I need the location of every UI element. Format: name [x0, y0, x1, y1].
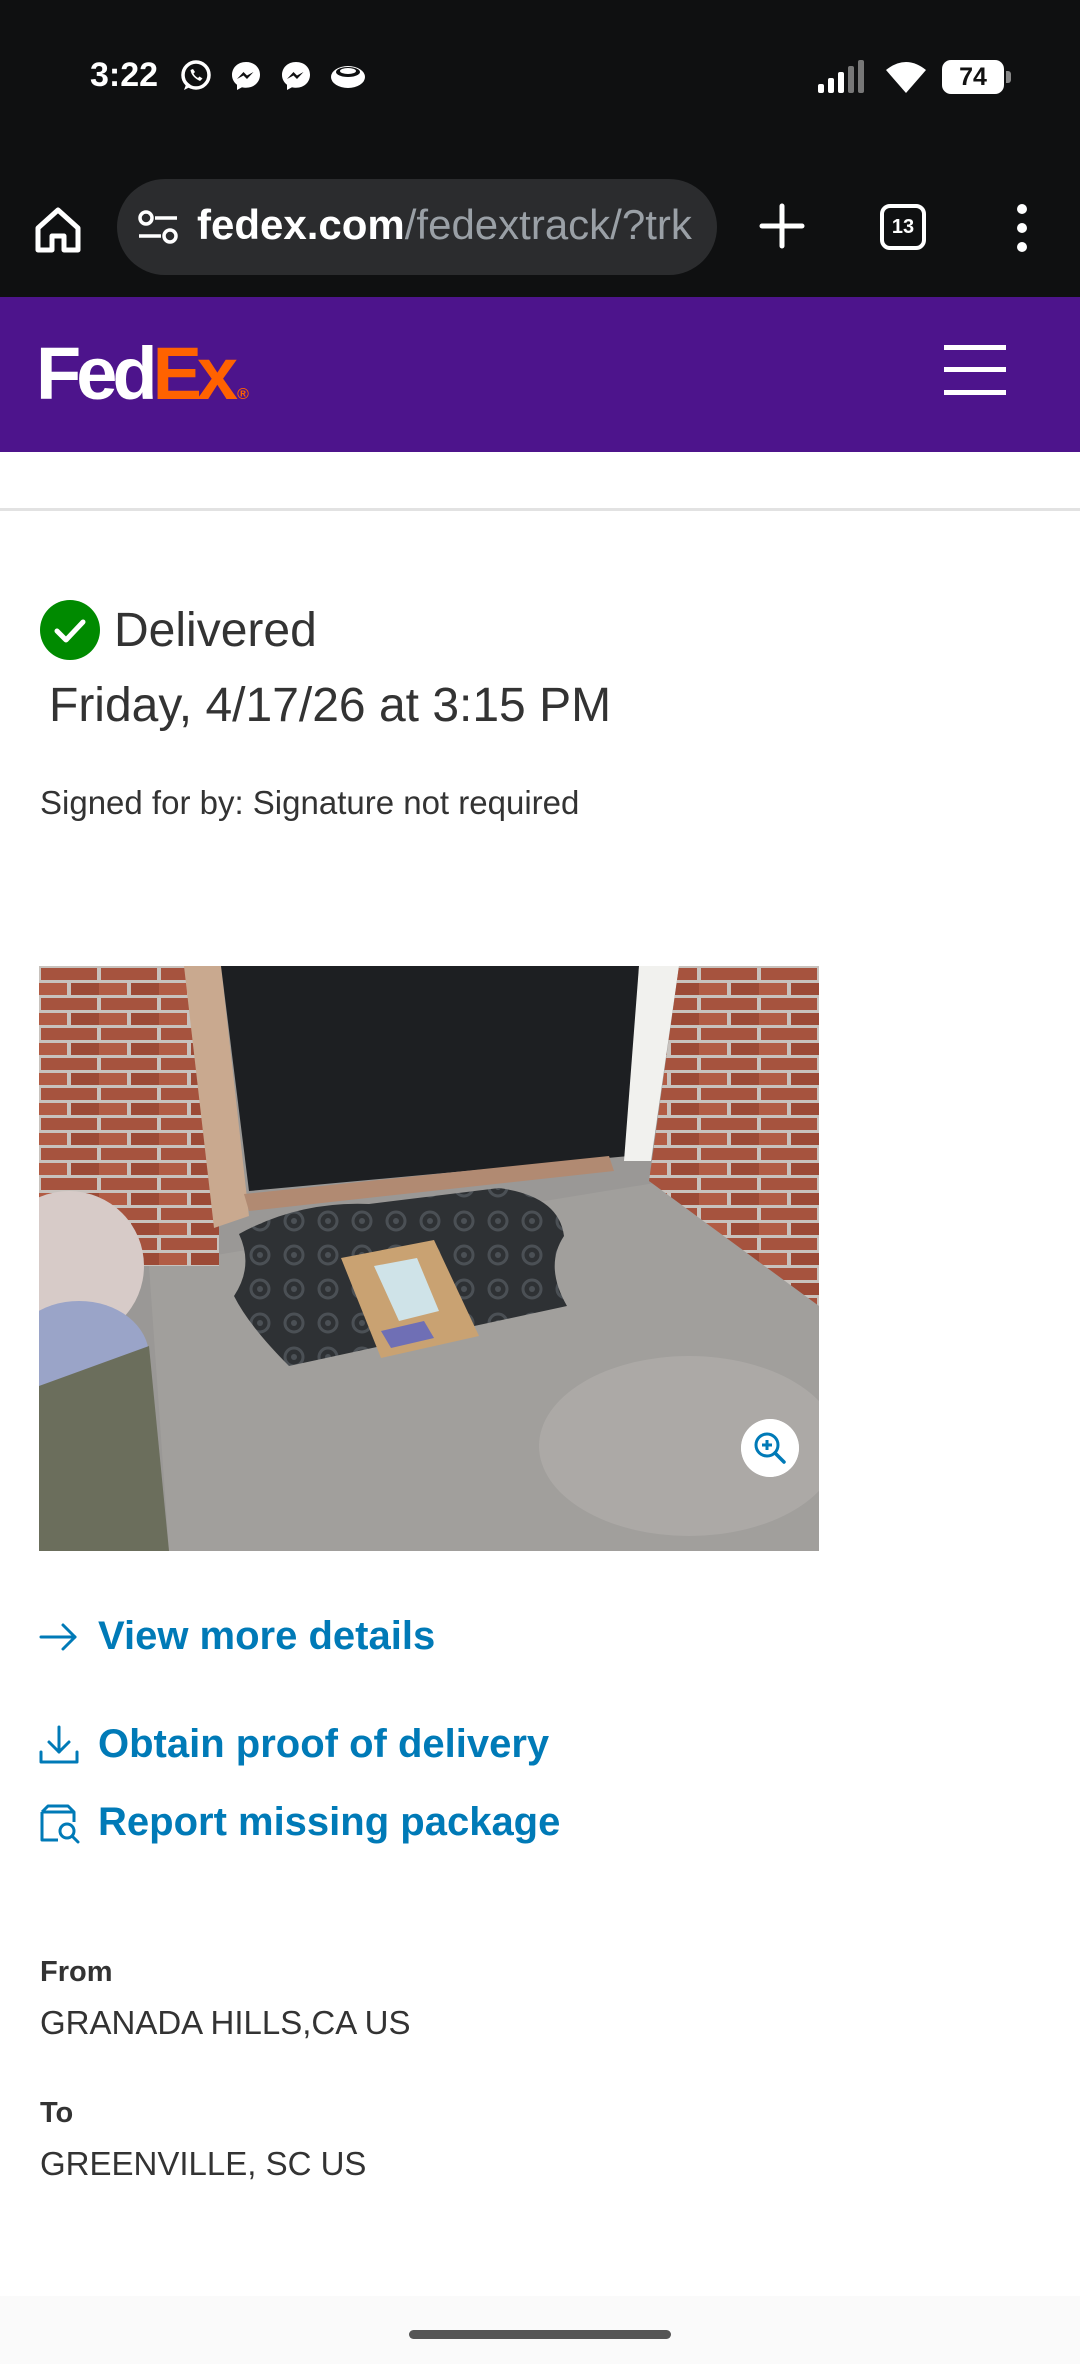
logo-ex: Ex	[152, 332, 238, 415]
check-circle-icon	[40, 600, 100, 660]
messenger-icon	[232, 62, 260, 90]
url-text: fedex.com/fedextrack/?trk	[197, 201, 692, 249]
browser-toolbar: fedex.com/fedextrack/?trk 13	[0, 160, 1080, 297]
view-more-details-link[interactable]: View more details	[38, 1614, 435, 1659]
download-icon	[39, 1725, 79, 1763]
battery-level: 74	[959, 62, 987, 91]
report-missing-package-label: Report missing package	[98, 1800, 561, 1844]
delivery-photo[interactable]	[39, 966, 819, 1551]
messenger-icon	[282, 62, 310, 90]
status-time: 3:22	[90, 56, 159, 94]
delivery-date: Friday, 4/17/26 at 3:15 PM	[49, 679, 612, 732]
url-host: fedex.com	[197, 201, 405, 248]
delivery-photo-image	[39, 966, 819, 1551]
to-label: To	[40, 2097, 74, 2129]
status-bar: 3:22 74	[0, 0, 1080, 160]
logo-registered: ®	[237, 386, 249, 403]
from-label: From	[40, 1956, 113, 1988]
package-search-icon	[40, 1804, 80, 1843]
arrow-right-icon	[39, 1623, 77, 1650]
proof-of-delivery-label: Obtain proof of delivery	[98, 1722, 550, 1766]
status-label: Delivered	[114, 603, 317, 657]
delivery-status: Delivered	[40, 600, 317, 660]
status-right: 74	[816, 60, 1011, 94]
site-header: FedEx ®	[0, 297, 1080, 452]
view-more-details-label: View more details	[98, 1614, 436, 1658]
address-bar[interactable]: fedex.com/fedextrack/?trk	[117, 179, 717, 275]
notification-icons	[178, 58, 368, 94]
zoom-in-icon[interactable]	[741, 1419, 799, 1477]
fedex-logo[interactable]: FedEx ®	[36, 337, 249, 432]
url-path: /fedextrack/?trk	[404, 201, 692, 248]
wifi-icon	[886, 62, 926, 93]
whatsapp-icon	[181, 60, 211, 90]
plus-icon[interactable]	[756, 200, 808, 252]
gesture-home-indicator[interactable]	[409, 2330, 671, 2339]
signed-for: Signed for by: Signature not required	[40, 784, 580, 821]
app-icon	[331, 66, 365, 88]
hamburger-icon[interactable]	[944, 343, 1006, 397]
tabs-icon[interactable]: 13	[880, 204, 926, 250]
report-missing-package-link[interactable]: Report missing package	[38, 1800, 560, 1845]
tune-icon[interactable]	[137, 209, 179, 245]
home-icon[interactable]	[30, 202, 86, 258]
battery-icon: 74	[942, 60, 1011, 94]
battery-nub	[1006, 71, 1011, 83]
signal-icon	[818, 60, 864, 93]
to-value: GREENVILLE, SC US	[40, 2145, 367, 2182]
logo-fed: Fed	[36, 332, 158, 415]
proof-of-delivery-link[interactable]: Obtain proof of delivery	[38, 1722, 549, 1767]
from-value: GRANADA HILLS,CA US	[40, 2004, 411, 2041]
divider	[0, 508, 1080, 511]
more-vert-icon[interactable]	[1004, 200, 1040, 256]
